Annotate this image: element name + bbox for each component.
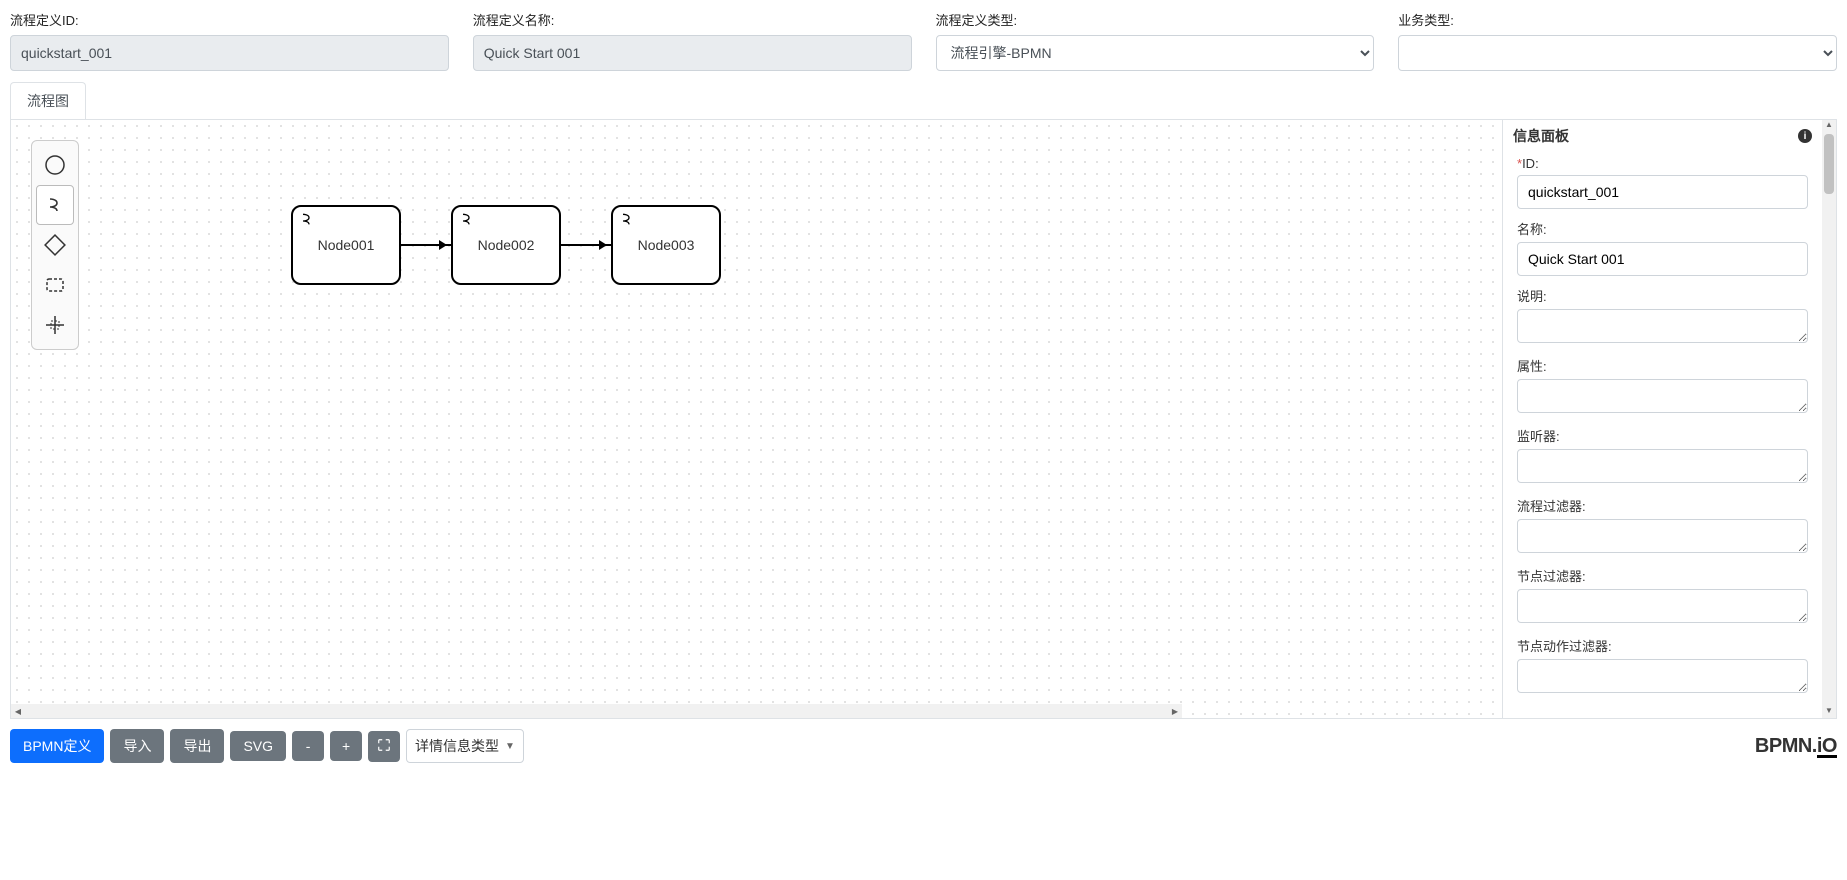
node-label: Node001	[318, 237, 375, 253]
label-flow-type: 流程定义类型:	[936, 10, 1375, 29]
bpmn-canvas[interactable]: Node001 Node002 Node003 ◀▶	[11, 120, 1502, 718]
tool-gateway[interactable]	[36, 225, 74, 265]
panel-label-id: ID:	[1522, 156, 1539, 171]
panel-input-name[interactable]	[1517, 242, 1808, 276]
tab-diagram[interactable]: 流程图	[10, 82, 86, 120]
export-button[interactable]: 导出	[170, 729, 224, 763]
detail-type-select[interactable]: 详情信息类型 ▼	[406, 729, 524, 763]
panel-label-flowfilter: 流程过滤器:	[1517, 496, 1808, 515]
vertical-scrollbar[interactable]: ▲ ▼	[1822, 120, 1836, 718]
fullscreen-button[interactable]	[368, 731, 400, 762]
bpmn-io-logo: BPMN.iO	[1755, 735, 1837, 758]
input-flow-name	[473, 35, 912, 71]
svg-button[interactable]: SVG	[230, 731, 286, 761]
panel-input-attr[interactable]	[1517, 379, 1808, 413]
horizontal-scrollbar[interactable]: ◀▶	[11, 704, 1182, 718]
node-label: Node003	[638, 237, 695, 253]
sequence-flow[interactable]	[561, 244, 611, 246]
panel-input-flowfilter[interactable]	[1517, 519, 1808, 553]
bpmn-node[interactable]: Node003	[611, 205, 721, 285]
tool-smart-task[interactable]	[36, 185, 74, 225]
node-label: Node002	[478, 237, 535, 253]
smart-task-icon	[299, 211, 315, 230]
tool-space[interactable]	[36, 305, 74, 345]
tool-lasso[interactable]	[36, 265, 74, 305]
select-flow-type[interactable]: 流程引擎-BPMN	[936, 35, 1375, 71]
panel-input-id[interactable]	[1517, 175, 1808, 209]
caret-down-icon: ▼	[505, 741, 515, 752]
label-flow-name: 流程定义名称:	[473, 10, 912, 29]
label-biz-type: 业务类型:	[1398, 10, 1837, 29]
panel-input-desc[interactable]	[1517, 309, 1808, 343]
input-flow-id	[10, 35, 449, 71]
panel-input-nodefilter[interactable]	[1517, 589, 1808, 623]
smart-task-icon	[459, 211, 475, 230]
panel-label-nodeactionfilter: 节点动作过滤器:	[1517, 636, 1808, 655]
zoom-in-button[interactable]: +	[330, 731, 362, 761]
panel-label-name: 名称:	[1517, 219, 1808, 238]
panel-label-attr: 属性:	[1517, 356, 1808, 375]
fullscreen-icon	[377, 738, 391, 752]
import-button[interactable]: 导入	[110, 729, 164, 763]
panel-label-nodefilter: 节点过滤器:	[1517, 566, 1808, 585]
bpmn-node[interactable]: Node001	[291, 205, 401, 285]
select-biz-type[interactable]	[1398, 35, 1837, 71]
bpmn-def-button[interactable]: BPMN定义	[10, 729, 104, 763]
label-flow-id: 流程定义ID:	[10, 10, 449, 29]
info-icon[interactable]: i	[1798, 129, 1812, 143]
tool-start-event[interactable]	[36, 145, 74, 185]
sequence-flow[interactable]	[401, 244, 451, 246]
smart-task-icon	[619, 211, 635, 230]
panel-label-desc: 说明:	[1517, 286, 1808, 305]
panel-label-listener: 监听器:	[1517, 426, 1808, 445]
panel-input-listener[interactable]	[1517, 449, 1808, 483]
panel-input-nodeactionfilter[interactable]	[1517, 659, 1808, 693]
zoom-out-button[interactable]: -	[292, 731, 324, 761]
tool-palette	[31, 140, 79, 350]
panel-title: 信息面板	[1513, 126, 1569, 146]
bpmn-node[interactable]: Node002	[451, 205, 561, 285]
